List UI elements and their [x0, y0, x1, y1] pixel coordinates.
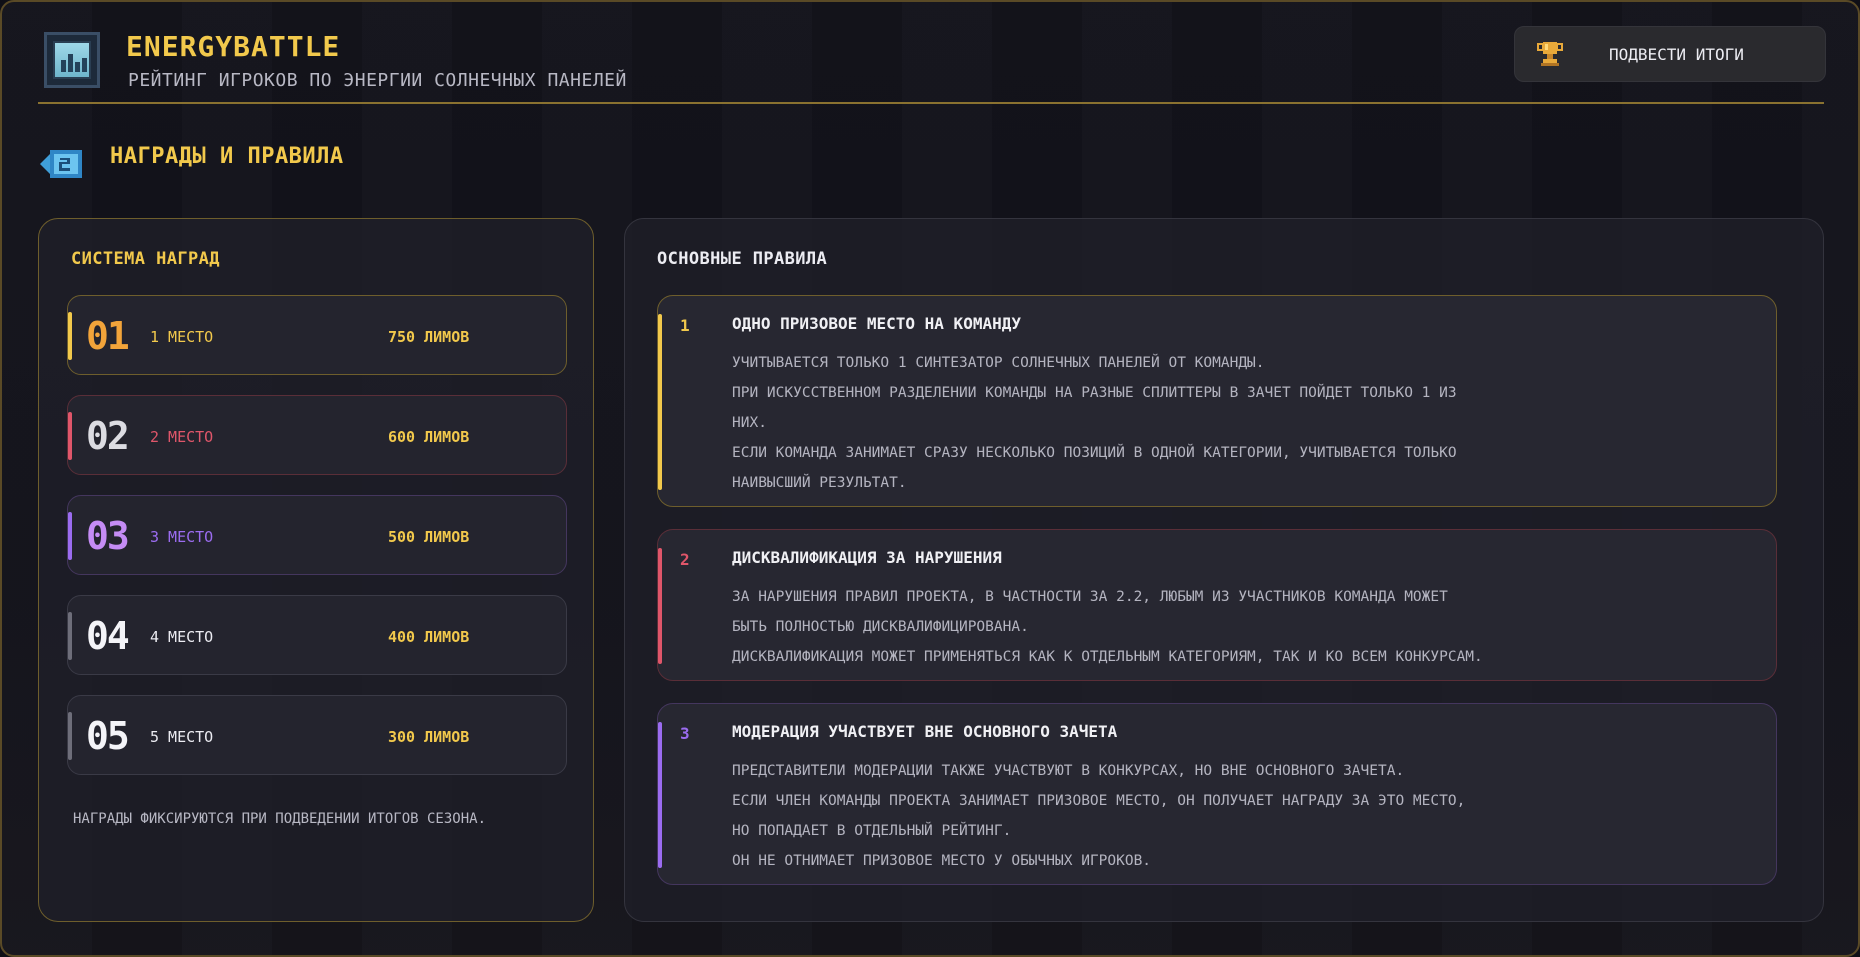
rule-line: но попадает в отдельный рейтинг. — [732, 823, 1012, 839]
prize-amount: 600 лимов — [388, 428, 470, 446]
rule-title: Дисквалификация за нарушения — [732, 548, 1002, 567]
rewards-section-icon — [38, 144, 86, 184]
prize-rank-number: 02 — [86, 414, 130, 458]
summarize-button[interactable]: Подвести итоги — [1514, 26, 1826, 82]
rule-line: Дисквалификация может применяться как к … — [732, 649, 1483, 665]
rule-line: Учитывается только 1 синтезатор солнечны… — [732, 355, 1265, 371]
rule-card-3: 3 Модерация участвует вне основного заче… — [657, 703, 1777, 885]
rule-line: быть полностью дисквалифицирована. — [732, 619, 1029, 635]
rule-line: них. — [732, 415, 767, 431]
rewards-note: Награды фиксируются при подведении итого… — [73, 811, 487, 827]
prize-amount: 750 лимов — [388, 328, 470, 346]
rule-card-1: 1 Одно призовое место на команду Учитыва… — [657, 295, 1777, 507]
rule-index: 1 — [680, 316, 690, 335]
rule-title: Одно призовое место на команду — [732, 314, 1021, 333]
app-title: EnergyBattle — [126, 30, 341, 63]
rule-text: За нарушения правил проекта, в частности… — [732, 582, 1732, 672]
rule-index: 3 — [680, 724, 690, 743]
prize-row-3: 03 3 место 500 лимов — [67, 495, 567, 575]
prize-row-5: 05 5 место 300 лимов — [67, 695, 567, 775]
prize-place: 5 место — [150, 728, 214, 746]
prize-amount: 500 лимов — [388, 528, 470, 546]
rule-line: При искусственном разделении команды на … — [732, 385, 1457, 401]
section-title: Награды и правила — [110, 144, 344, 169]
rule-title: Модерация участвует вне основного зачета — [732, 722, 1118, 741]
prize-amount: 300 лимов — [388, 728, 470, 746]
prize-amount: 400 лимов — [388, 628, 470, 646]
app-subtitle: Рейтинг игроков по энергии солнечных пан… — [128, 70, 627, 91]
prize-row-2: 02 2 место 600 лимов — [67, 395, 567, 475]
prize-place: 1 место — [150, 328, 214, 346]
prize-place: 4 место — [150, 628, 214, 646]
rule-text: Учитывается только 1 синтезатор солнечны… — [732, 348, 1732, 498]
header-divider — [38, 102, 1824, 104]
prize-rank-number: 03 — [86, 514, 130, 558]
app-logo-icon — [44, 32, 100, 88]
prize-row-4: 04 4 место 400 лимов — [67, 595, 567, 675]
trophy-icon — [1535, 39, 1565, 69]
rule-card-2: 2 Дисквалификация за нарушения За наруше… — [657, 529, 1777, 681]
rewards-panel: Система наград 01 1 место 750 лимов 02 2… — [38, 218, 594, 922]
rule-line: Представители модерации также участвуют … — [732, 763, 1405, 779]
rule-text: Представители модерации также участвуют … — [732, 756, 1732, 876]
prize-place: 3 место — [150, 528, 214, 546]
rule-line: наивысший результат. — [732, 475, 907, 491]
rule-line: За нарушения правил проекта, в частности… — [732, 589, 1448, 605]
app-window: EnergyBattle Рейтинг игроков по энергии … — [0, 0, 1860, 957]
summarize-button-label: Подвести итоги — [1609, 44, 1744, 64]
prize-rank-number: 04 — [86, 614, 130, 658]
rule-line: Если член команды проекта занимает призо… — [732, 793, 1466, 809]
rule-index: 2 — [680, 550, 690, 569]
rule-line: Если команда занимает сразу несколько по… — [732, 445, 1457, 461]
prize-place: 2 место — [150, 428, 214, 446]
rules-panel-title: Основные правила — [657, 249, 828, 269]
prize-rank-number: 01 — [86, 314, 130, 358]
rules-panel: Основные правила 1 Одно призовое место н… — [624, 218, 1824, 922]
rule-line: Он не отнимает призовое место у обычных … — [732, 853, 1152, 869]
rewards-panel-title: Система наград — [71, 249, 220, 269]
prize-row-1: 01 1 место 750 лимов — [67, 295, 567, 375]
prize-rank-number: 05 — [86, 714, 130, 758]
